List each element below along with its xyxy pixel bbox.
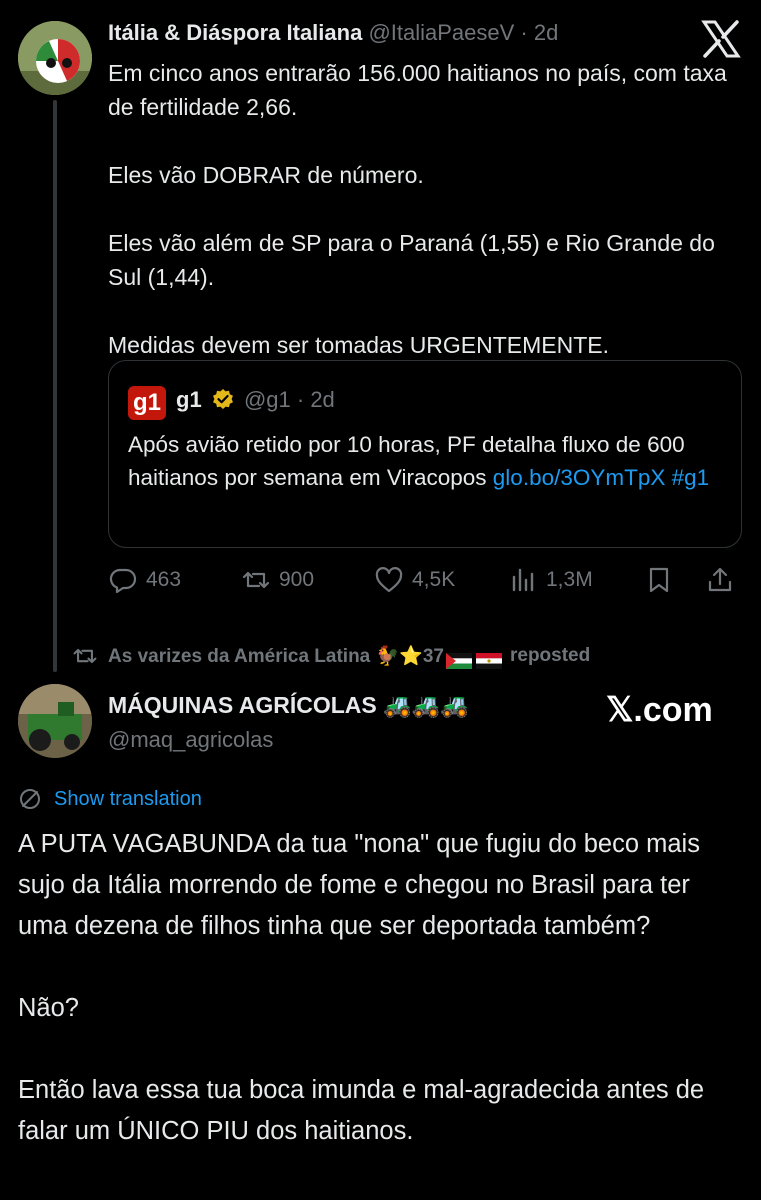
thread-line: [53, 100, 57, 672]
repost-icon: [242, 571, 270, 589]
verified-badge-icon: [212, 388, 234, 410]
reposter-name[interactable]: As varizes da América Latina 🐓⭐37: [108, 644, 444, 668]
tweet-paragraph: A PUTA VAGABUNDA da tua "nona" que fugiu…: [18, 830, 700, 940]
tweet-actions: 463 900 4,5K 1,3M: [108, 560, 743, 600]
author-name[interactable]: Itália & Diáspora Italiana: [108, 20, 362, 45]
author-handle[interactable]: @ItaliaPaeseV: [368, 20, 514, 45]
tweet-text: Em cinco anos entrarão 156.000 haitianos…: [108, 56, 743, 362]
repost-count: 900: [279, 568, 315, 591]
tweet-paragraph: Medidas devem ser tomadas URGENTEMENTE.: [108, 332, 610, 358]
tweet-text: A PUTA VAGABUNDA da tua "nona" que fugiu…: [18, 824, 743, 1193]
palestine-flag-icon: [445, 648, 472, 669]
tweet-paragraph: Não?: [18, 994, 79, 1022]
tweet-paragraph: Eles vão além de SP para o Paraná (1,55)…: [108, 230, 715, 290]
hashtag-link[interactable]: #g1: [672, 465, 710, 490]
views-button[interactable]: 1,3M: [508, 560, 593, 600]
g1-avatar[interactable]: g1: [128, 386, 166, 420]
quoted-author-name[interactable]: g1: [176, 387, 202, 412]
like-button[interactable]: 4,5K: [374, 560, 455, 600]
reply-button[interactable]: 463: [108, 560, 181, 600]
tweet-header: Itália & Diáspora Italiana @ItaliaPaeseV…: [108, 20, 558, 46]
show-translation-button[interactable]: Show translation: [18, 787, 202, 811]
reposted-label: reposted: [509, 645, 591, 666]
x-com-watermark: 𝕏.com: [606, 691, 713, 729]
quoted-tweet-header: g1 @g1 · 2d: [176, 387, 335, 413]
tweet-time[interactable]: · 2d: [520, 20, 558, 45]
repost-banner: As varizes da América Latina 🐓⭐37 repost…: [72, 643, 590, 669]
quoted-author-handle[interactable]: @g1: [244, 387, 291, 412]
bookmark-button[interactable]: [644, 560, 682, 600]
tweet-paragraph: Em cinco anos entrarão 156.000 haitianos…: [108, 60, 727, 120]
reply-icon: [109, 568, 137, 594]
author-name[interactable]: MÁQUINAS AGRÍCOLAS 🚜🚜🚜: [108, 692, 469, 719]
translate-icon: [20, 789, 40, 809]
tweet-paragraph: Eles vão DOBRAR de número.: [108, 162, 424, 188]
view-count: 1,3M: [546, 568, 593, 591]
repost-icon: [73, 648, 97, 664]
quoted-link[interactable]: glo.bo/3OYmTpX: [493, 465, 666, 490]
share-button[interactable]: [705, 560, 743, 600]
avatar[interactable]: [18, 684, 92, 758]
quoted-tweet-time: · 2d: [296, 387, 335, 412]
show-translation-label: Show translation: [54, 787, 202, 810]
x-logo-icon: [700, 18, 742, 60]
like-count: 4,5K: [412, 568, 456, 591]
heart-icon: [375, 567, 403, 593]
views-icon: [512, 568, 534, 592]
author-handle[interactable]: @maq_agricolas: [108, 727, 273, 753]
egypt-flag-icon: [475, 648, 502, 669]
quoted-tweet-text: Após avião retido por 10 horas, PF detal…: [128, 428, 728, 494]
share-icon: [708, 567, 732, 592]
avatar[interactable]: [18, 21, 92, 95]
tweet-paragraph: Então lava essa tua boca imunda e mal-ag…: [18, 1076, 705, 1145]
reply-count: 463: [146, 568, 182, 591]
bookmark-icon: [649, 567, 669, 593]
repost-button[interactable]: 900: [241, 560, 314, 600]
